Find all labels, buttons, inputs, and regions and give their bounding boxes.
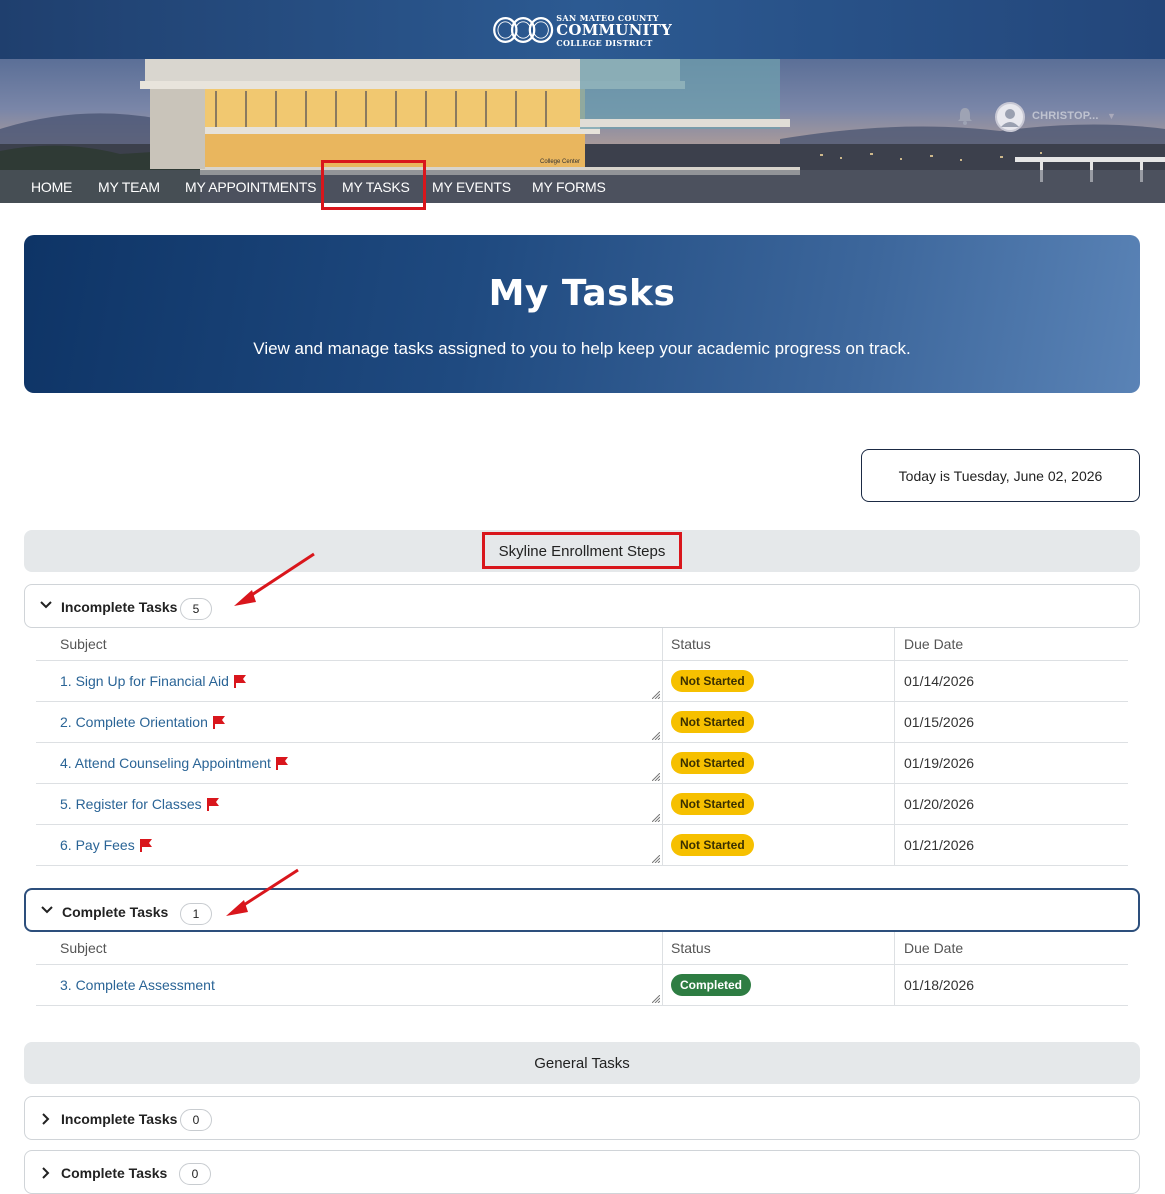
nav-my-team[interactable]: MY TEAM xyxy=(98,179,160,195)
chevron-down-icon[interactable] xyxy=(39,598,53,612)
nav-my-events[interactable]: MY EVENTS xyxy=(432,179,511,195)
annotation-box-my-tasks xyxy=(321,160,426,210)
subject-cell: 4. Attend Counseling Appointment xyxy=(36,743,662,783)
resize-grip-icon[interactable] xyxy=(652,995,660,1003)
complete-tasks-table: Subject Status Due Date 3. Complete Asse… xyxy=(36,932,1128,1006)
subject-cell: 5. Register for Classes xyxy=(36,784,662,824)
flag-icon xyxy=(212,716,225,729)
due-date-cell: 01/15/2026 xyxy=(894,702,1128,742)
page-title: My Tasks xyxy=(488,273,676,314)
annotation-box-section xyxy=(482,532,682,569)
status-cell: Not Started xyxy=(662,702,894,742)
table-row: 5. Register for Classes Not Started 01/2… xyxy=(36,784,1128,825)
task-count-badge: 0 xyxy=(179,1163,211,1185)
logo-text: SAN MATEO COUNTY COMMUNITY COLLEGE DISTR… xyxy=(556,14,672,47)
table-row: 3. Complete Assessment Completed 01/18/2… xyxy=(36,965,1128,1006)
table-row: 4. Attend Counseling Appointment Not Sta… xyxy=(36,743,1128,784)
table-header-row: Subject Status Due Date xyxy=(36,628,1128,661)
accordion-title: Incomplete Tasks xyxy=(61,1111,178,1127)
main-nav: HOME MY TEAM MY APPOINTMENTS MY TASKS MY… xyxy=(0,170,1165,203)
status-badge: Completed xyxy=(671,974,752,996)
status-badge: Not Started xyxy=(671,793,754,815)
district-logo[interactable]: SAN MATEO COUNTY COMMUNITY COLLEGE DISTR… xyxy=(492,10,672,50)
resize-grip-icon[interactable] xyxy=(652,691,660,699)
due-date-cell: 01/14/2026 xyxy=(894,661,1128,701)
task-count-badge: 1 xyxy=(180,903,212,925)
status-cell: Not Started xyxy=(662,784,894,824)
nav-my-appointments[interactable]: MY APPOINTMENTS xyxy=(185,179,317,195)
flag-icon xyxy=(206,798,219,811)
top-logo-bar: SAN MATEO COUNTY COMMUNITY COLLEGE DISTR… xyxy=(0,0,1165,59)
nav-home[interactable]: HOME xyxy=(31,179,72,195)
section-header-general: General Tasks xyxy=(24,1042,1140,1084)
accordion-incomplete-tasks[interactable]: Incomplete Tasks 5 xyxy=(24,584,1140,628)
status-cell: Not Started xyxy=(662,743,894,783)
table-row: 2. Complete Orientation Not Started 01/1… xyxy=(36,702,1128,743)
subject-cell: 3. Complete Assessment xyxy=(36,965,662,1005)
task-link[interactable]: 3. Complete Assessment xyxy=(60,977,215,993)
column-header-subject[interactable]: Subject xyxy=(36,932,662,964)
status-cell: Not Started xyxy=(662,825,894,865)
chevron-down-icon[interactable] xyxy=(40,903,54,917)
subject-cell: 6. Pay Fees xyxy=(36,825,662,865)
column-header-subject[interactable]: Subject xyxy=(36,628,662,660)
accordion-title: Incomplete Tasks xyxy=(61,599,178,615)
page-header-card: My Tasks View and manage tasks assigned … xyxy=(24,235,1140,393)
resize-grip-icon[interactable] xyxy=(652,814,660,822)
chevron-down-icon[interactable]: ▼ xyxy=(1107,111,1116,121)
user-avatar-icon[interactable] xyxy=(995,102,1025,132)
annotation-arrow xyxy=(226,868,299,916)
photo-caption: College Center xyxy=(540,159,580,165)
accordion-general-complete[interactable]: Complete Tasks 0 xyxy=(24,1150,1140,1194)
page-subtitle: View and manage tasks assigned to you to… xyxy=(253,339,911,358)
nav-my-forms[interactable]: MY FORMS xyxy=(532,179,606,195)
due-date-cell: 01/21/2026 xyxy=(894,825,1128,865)
table-row: 1. Sign Up for Financial Aid Not Started… xyxy=(36,661,1128,702)
accordion-title: Complete Tasks xyxy=(61,1165,168,1181)
status-badge: Not Started xyxy=(671,670,754,692)
flag-icon xyxy=(275,757,288,770)
user-name[interactable]: CHRISTOP... xyxy=(1032,110,1099,122)
chevron-right-icon[interactable] xyxy=(39,1112,53,1126)
status-badge: Not Started xyxy=(671,752,754,774)
logo-line-3: COLLEGE DISTRICT xyxy=(556,37,653,48)
column-header-due-date[interactable]: Due Date xyxy=(894,932,1128,964)
task-link[interactable]: 6. Pay Fees xyxy=(60,837,135,853)
resize-grip-icon[interactable] xyxy=(652,732,660,740)
task-link[interactable]: 4. Attend Counseling Appointment xyxy=(60,755,271,771)
subject-cell: 1. Sign Up for Financial Aid xyxy=(36,661,662,701)
flag-icon xyxy=(139,839,152,852)
task-link[interactable]: 1. Sign Up for Financial Aid xyxy=(60,673,229,689)
column-header-status[interactable]: Status xyxy=(662,932,894,964)
subject-cell: 2. Complete Orientation xyxy=(36,702,662,742)
accordion-general-incomplete[interactable]: Incomplete Tasks 0 xyxy=(24,1096,1140,1140)
accordion-title: Complete Tasks xyxy=(62,904,169,920)
table-header-row: Subject Status Due Date xyxy=(36,932,1128,965)
table-row: 6. Pay Fees Not Started 01/21/2026 xyxy=(36,825,1128,866)
task-link[interactable]: 5. Register for Classes xyxy=(60,796,202,812)
today-date-box: Today is Tuesday, June 02, 2026 xyxy=(861,449,1140,502)
accordion-complete-tasks[interactable]: Complete Tasks 1 xyxy=(24,888,1140,932)
chevron-right-icon[interactable] xyxy=(39,1166,53,1180)
incomplete-tasks-table: Subject Status Due Date 1. Sign Up for F… xyxy=(36,628,1128,866)
bell-icon[interactable] xyxy=(955,106,975,126)
status-cell: Completed xyxy=(662,965,894,1005)
column-header-status[interactable]: Status xyxy=(662,628,894,660)
status-badge: Not Started xyxy=(671,834,754,856)
status-badge: Not Started xyxy=(671,711,754,733)
status-cell: Not Started xyxy=(662,661,894,701)
due-date-cell: 01/20/2026 xyxy=(894,784,1128,824)
column-header-due-date[interactable]: Due Date xyxy=(894,628,1128,660)
task-count-badge: 0 xyxy=(180,1109,212,1131)
logo-line-2: COMMUNITY xyxy=(556,20,672,39)
due-date-cell: 01/19/2026 xyxy=(894,743,1128,783)
task-link[interactable]: 2. Complete Orientation xyxy=(60,714,208,730)
due-date-cell: 01/18/2026 xyxy=(894,965,1128,1005)
resize-grip-icon[interactable] xyxy=(652,855,660,863)
resize-grip-icon[interactable] xyxy=(652,773,660,781)
flag-icon xyxy=(233,675,246,688)
logo-rings-icon xyxy=(493,17,554,43)
annotation-arrow xyxy=(234,552,315,606)
task-count-badge: 5 xyxy=(180,598,212,620)
